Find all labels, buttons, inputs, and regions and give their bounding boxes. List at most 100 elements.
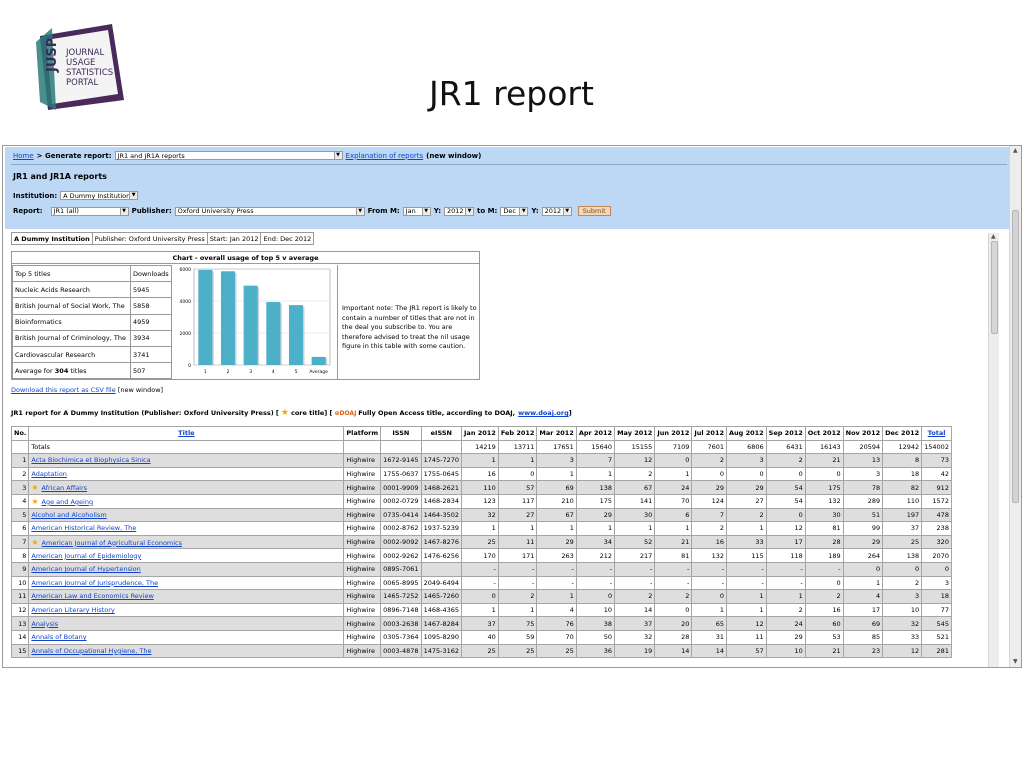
usage-value: 1 (461, 521, 499, 536)
usage-value: 478 (921, 507, 952, 523)
usage-value: - (497, 575, 538, 591)
journal-title-link[interactable]: American Law and Economics Review (31, 592, 153, 600)
usage-value: 175 (575, 493, 616, 509)
report-type-select[interactable]: JR1 and JR1A reports ▼ (114, 151, 343, 160)
usage-value: 0 (691, 466, 727, 482)
usage-value: 0 (921, 561, 952, 577)
journal-title-link[interactable]: Analysis (31, 620, 58, 628)
usage-value: 912 (921, 480, 952, 495)
title-cell: ★ Age and Ageing (28, 493, 345, 509)
report-caption: JR1 report for A Dummy Institution (Publ… (11, 408, 572, 418)
info-institution: A Dummy Institution (11, 232, 93, 245)
usage-value: 21 (804, 453, 844, 468)
from-month-select[interactable]: Jan ▼ (402, 206, 431, 216)
column-header: Oct 2012 (804, 426, 844, 441)
journal-title-link[interactable]: American Journal of Agricultural Economi… (42, 539, 182, 547)
eissn-cell (420, 561, 463, 577)
table-row: 5 Alcohol and Alcoholism Highwire 0735-0414… (10, 507, 952, 523)
from-year-select[interactable]: 2012 ▼ (444, 206, 474, 216)
usage-value: 189 (804, 548, 844, 563)
scroll-down-icon[interactable]: ▼ (1013, 659, 1018, 665)
usage-value: - (765, 561, 806, 577)
explanation-link[interactable]: Explanation of reports (346, 152, 424, 160)
journal-title-link[interactable]: Adaptation (31, 470, 67, 478)
usage-value: 4 (842, 589, 884, 604)
usage-value: - (765, 575, 806, 591)
home-link[interactable]: Home (13, 152, 34, 160)
usage-value: 0 (804, 466, 844, 482)
title-cell: Adaptation (28, 466, 345, 482)
journal-title-link[interactable]: American Historical Review, The (31, 524, 136, 532)
usage-value: 238 (921, 521, 952, 536)
usage-value: 57 (497, 480, 538, 495)
report-select[interactable]: JR1 (all) ▼ (50, 206, 129, 216)
usage-value: - (654, 575, 693, 591)
platform-cell: Highwire (343, 629, 382, 645)
publisher-select[interactable]: Oxford University Press ▼ (174, 206, 365, 216)
journal-title-link[interactable]: Age and Ageing (42, 498, 94, 506)
submit-button[interactable]: Submit (577, 206, 611, 216)
column-header: Dec 2012 (882, 426, 923, 441)
outer-scrollbar[interactable]: ▲ ▼ (1009, 146, 1021, 667)
breadcrumb-generate: > Generate report: (36, 151, 112, 160)
open-access-icon: ⊕DOAJ (334, 409, 357, 417)
usage-value: 38 (575, 616, 616, 631)
journal-title-link[interactable]: American Journal of Hypertension (31, 565, 140, 573)
logo-line-3: STATISTICS (66, 68, 113, 78)
title-cell: American Journal of Jurisprudence, The (28, 575, 345, 591)
usage-value: 81 (654, 548, 693, 563)
platform-cell: Highwire (343, 534, 382, 550)
row-number: 12 (10, 602, 30, 618)
column-header[interactable]: Title (28, 426, 345, 441)
usage-value: 0 (726, 466, 767, 482)
content-scrollbar[interactable]: ▲ (988, 233, 999, 667)
institution-select[interactable]: A Dummy Institution ▼ (60, 191, 139, 200)
usage-value: 2070 (921, 548, 952, 563)
journal-title-link[interactable]: Acta Biochimica et Biophysica Sinica (31, 456, 150, 464)
usage-value: 59 (497, 629, 538, 645)
journal-title-link[interactable]: Annals of Botany (31, 633, 86, 641)
usage-value: 1 (575, 466, 616, 482)
journal-title-link[interactable]: American Journal of Epidemiology (31, 552, 141, 560)
content-scroll-thumb[interactable] (991, 241, 998, 334)
usage-value: - (614, 561, 656, 577)
x-tick-label: 4 (272, 369, 275, 375)
usage-value: 2 (765, 453, 806, 468)
usage-value: 27 (497, 507, 538, 523)
doaj-link[interactable]: www.doaj.org (518, 409, 569, 417)
logo-acronym: JUSP (45, 38, 60, 73)
from-year-label: Y: (433, 207, 441, 215)
csv-download-link[interactable]: Download this report as CSV file (11, 386, 116, 394)
logo-line-1: JOURNAL (65, 48, 104, 58)
journal-title-link[interactable]: American Literary History (31, 606, 114, 614)
journal-title-link[interactable]: American Journal of Jurisprudence, The (31, 579, 158, 587)
usage-value: 2 (804, 589, 844, 604)
to-year-select[interactable]: 2012 ▼ (541, 206, 572, 216)
top5-average-value: 507 (130, 362, 172, 380)
usage-value: 12 (882, 643, 923, 659)
usage-value: 0 (654, 453, 693, 468)
usage-value: 0 (882, 561, 923, 577)
total-value: 15155 (614, 439, 656, 455)
journal-title-link[interactable]: African Affairs (42, 484, 88, 492)
column-header: Jul 2012 (691, 426, 727, 441)
to-month-select[interactable]: Dec ▼ (500, 206, 529, 216)
scroll-up-icon[interactable]: ▲ (991, 234, 996, 240)
usage-value: 57 (726, 643, 767, 659)
outer-scroll-thumb[interactable] (1012, 210, 1019, 503)
x-tick-label: 5 (295, 369, 298, 375)
journal-title-link[interactable]: Annals of Occupational Hygiene, The (31, 647, 151, 655)
usage-value: 115 (726, 548, 767, 563)
row-number: 3 (10, 480, 30, 495)
chart-title: Chart - overall usage of top 5 v average (12, 252, 479, 264)
scroll-up-icon[interactable]: ▲ (1013, 148, 1018, 154)
total-value: 13711 (497, 439, 538, 455)
usage-value: 32 (461, 507, 499, 523)
column-header[interactable]: Total (921, 426, 952, 441)
total-value: 154002 (921, 439, 952, 455)
platform-cell: Highwire (343, 561, 382, 577)
usage-value: 2 (614, 466, 656, 482)
usage-value: 31 (691, 629, 727, 645)
row-number: 11 (10, 589, 30, 604)
journal-title-link[interactable]: Alcohol and Alcoholism (31, 511, 106, 519)
